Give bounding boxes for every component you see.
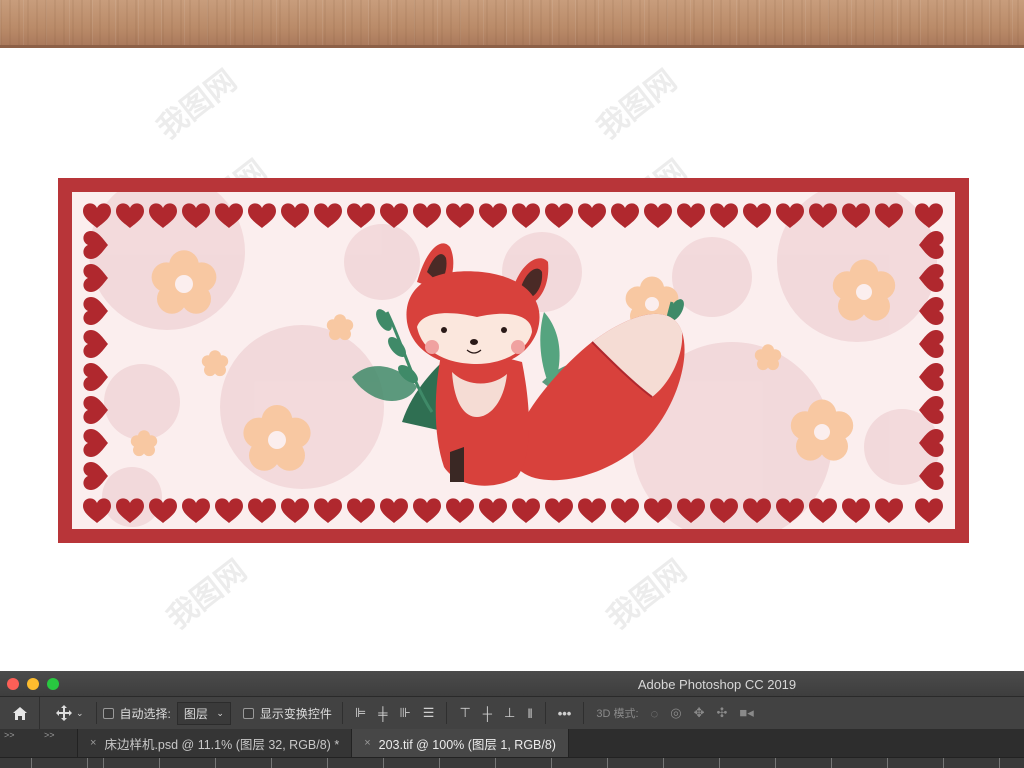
checkbox-icon	[102, 707, 114, 719]
collapse-icon[interactable]: >>	[4, 730, 15, 740]
3d-slide-icon[interactable]: ✣	[717, 705, 728, 721]
home-button[interactable]	[0, 697, 40, 729]
checkbox-icon	[242, 707, 254, 719]
fox-character	[406, 243, 549, 486]
chevron-down-icon: ⌄	[76, 707, 84, 718]
move-tool-icon	[56, 705, 72, 721]
3d-scale-icon[interactable]: ■◂	[739, 705, 753, 721]
chevron-down-icon: ⌄	[216, 707, 224, 718]
photoshop-screenshot: 我图网 我图网 我图网 我图网 我图网 我图网 我图网 我图网 我图网	[0, 0, 1024, 768]
auto-select-label: 自动选择:	[119, 706, 171, 721]
banner-inner-panel	[72, 192, 955, 529]
3d-orbit-icon[interactable]: ◌	[651, 706, 659, 721]
divider	[446, 702, 448, 724]
divider	[341, 702, 343, 724]
3d-pan-icon[interactable]: ✥	[694, 705, 705, 721]
align-top-icon[interactable]: ⊤	[459, 705, 470, 721]
auto-select-checkbox[interactable]: 自动选择:	[102, 705, 171, 722]
distribute-horizontal-icon[interactable]: ☰	[423, 705, 435, 721]
align-left-icon[interactable]: ⊫	[355, 705, 366, 721]
3d-roll-icon[interactable]: ◎	[670, 705, 681, 721]
title-bar: Adobe Photoshop CC 2019	[0, 671, 1024, 697]
wood-surface	[0, 0, 1024, 48]
hearts-bottom	[83, 498, 943, 523]
auto-select-target-dropdown[interactable]: 图层 ⌄	[176, 701, 231, 725]
watermark: 我图网	[600, 553, 694, 637]
distribute-vertical-icon[interactable]: ‖	[527, 706, 532, 721]
show-transform-controls-checkbox[interactable]: 显示变换控件	[242, 705, 332, 722]
move-tool-selector[interactable]: ⌄	[56, 705, 90, 721]
options-bar: ⌄ 自动选择: 图层 ⌄ 显示变换控件 ⊫ ╪ ⊪ ☰ ⊤ ┼ ⊥ ‖ ••• …	[0, 697, 1024, 729]
tab-label: 床边样机.psd @ 11.1% (图层 32, RGB/8) *	[104, 737, 340, 752]
watermark: 我图网	[590, 63, 684, 147]
home-icon	[12, 706, 27, 720]
3d-mode-label: 3D 模式:	[596, 708, 639, 720]
document-tab[interactable]: × 床边样机.psd @ 11.1% (图层 32, RGB/8) *	[78, 729, 353, 757]
align-vertical-center-icon[interactable]: ┼	[483, 706, 492, 721]
app-title: Adobe Photoshop CC 2019	[637, 677, 797, 692]
horizontal-ruler	[0, 757, 1024, 768]
panel-collapse-column[interactable]: >> >>	[0, 729, 78, 757]
more-options-icon[interactable]: •••	[558, 706, 572, 721]
align-horizontal-center-icon[interactable]: ╪	[378, 706, 387, 721]
document-tabs: >> >> × 床边样机.psd @ 11.1% (图层 32, RGB/8) …	[0, 729, 1024, 757]
document-tab-active[interactable]: × 203.tif @ 100% (图层 1, RGB/8)	[352, 729, 569, 757]
align-right-icon[interactable]: ⊪	[399, 705, 410, 721]
divider	[583, 702, 585, 724]
collapse-icon[interactable]: >>	[44, 730, 55, 740]
banner-illustration	[83, 192, 944, 529]
watermark: 我图网	[160, 553, 254, 637]
close-tab-icon[interactable]: ×	[364, 737, 370, 749]
photoshop-window: Adobe Photoshop CC 2019 ⌄ 自动选择: 图层 ⌄ 显示变…	[0, 671, 1024, 768]
selected-value: 图层	[183, 706, 208, 721]
close-tab-icon[interactable]: ×	[90, 737, 96, 749]
divider	[95, 702, 97, 724]
fox-banner-artwork	[58, 178, 969, 543]
tab-label: 203.tif @ 100% (图层 1, RGB/8)	[378, 737, 556, 752]
watermark: 我图网	[150, 63, 244, 147]
divider	[544, 702, 546, 724]
align-bottom-icon[interactable]: ⊥	[504, 705, 515, 721]
show-transform-label: 显示变换控件	[259, 706, 332, 721]
